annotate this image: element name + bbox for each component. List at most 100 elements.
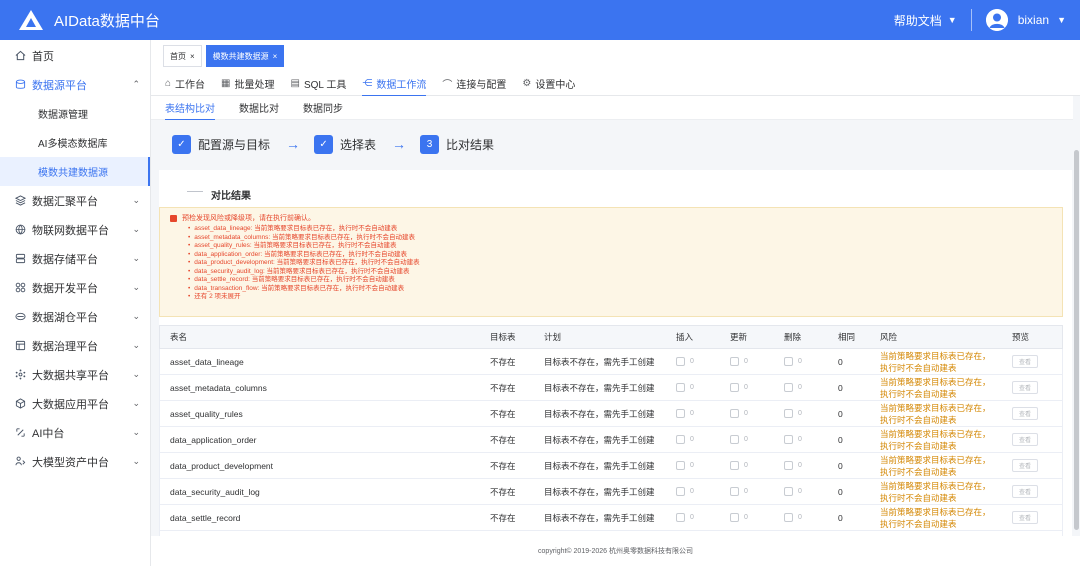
header-right: 帮助文档 ▼ bixian ▼ — [894, 0, 1080, 40]
ins-checkbox[interactable]: 0 — [676, 487, 730, 496]
close-icon[interactable]: × — [190, 52, 195, 61]
cell-target: 不存在 — [490, 356, 516, 367]
del-checkbox[interactable]: 0 — [784, 487, 838, 496]
cell-risk: 当前策略要求目标表已存在，执行时不会自动建表 — [880, 480, 1012, 504]
checkbox-count: 0 — [690, 358, 694, 365]
cell-ins: 0 — [676, 487, 730, 496]
view-button[interactable]: 查看 — [1012, 485, 1038, 498]
step-config-source-target[interactable]: ✓ 配置源与目标 — [172, 134, 270, 154]
tags-view: 首页 × 模数共建数据源 × — [151, 40, 1080, 72]
alert-title: 预检发现风险或降级项，请在执行前确认。 — [182, 215, 315, 222]
upd-checkbox[interactable]: 0 — [730, 513, 784, 522]
view-button[interactable]: 查看 — [1012, 511, 1038, 524]
risk-text: 当前策略要求目标表已存在，执行时不会自动建表 — [880, 454, 991, 477]
col-header-delete: 删除 — [784, 332, 802, 342]
tag-home[interactable]: 首页 × — [163, 45, 202, 67]
cell-del: 0 — [784, 409, 838, 418]
caret-down-icon[interactable]: ▼ — [1057, 15, 1066, 25]
sidebar-item-dev-platform[interactable]: 数据开发平台 ⌄ — [0, 273, 150, 302]
checkbox-count: 0 — [744, 410, 748, 417]
checkbox-box — [730, 461, 739, 470]
tag-label: 首页 — [170, 51, 186, 61]
sidebar-item-app-platform[interactable]: 大数据应用平台 ⌄ — [0, 389, 150, 418]
alert-more-link[interactable]: 还有 2 项未展开 — [188, 293, 420, 302]
sidebar-subitem-model-data-source[interactable]: 模数共建数据源 — [0, 157, 150, 186]
view-button[interactable]: 查看 — [1012, 459, 1038, 472]
sidebar-item-storage-platform[interactable]: 数据存储平台 ⌄ — [0, 244, 150, 273]
cell-del: 0 — [784, 383, 838, 392]
sidebar-item-model-asset-platform[interactable]: 大模型资产中台 ⌄ — [0, 447, 150, 476]
ins-checkbox[interactable]: 0 — [676, 357, 730, 366]
step-label: 比对结果 — [446, 137, 495, 152]
step-select-table[interactable]: ✓ 选择表 — [314, 134, 376, 154]
cell-del: 0 — [784, 357, 838, 366]
del-checkbox[interactable]: 0 — [784, 357, 838, 366]
view-button[interactable]: 查看 — [1012, 433, 1038, 446]
del-checkbox[interactable]: 0 — [784, 513, 838, 522]
ins-checkbox[interactable]: 0 — [676, 409, 730, 418]
del-checkbox[interactable]: 0 — [784, 409, 838, 418]
sidebar-item-home[interactable]: 首页 — [0, 41, 150, 70]
help-docs-menu[interactable]: 帮助文档 ▼ — [894, 12, 957, 29]
subtab-data-sync[interactable]: 数据同步 — [303, 96, 343, 120]
upd-checkbox[interactable]: 0 — [730, 461, 784, 470]
cell-table-name: data_application_order — [170, 434, 257, 445]
view-button[interactable]: 查看 — [1012, 355, 1038, 368]
del-checkbox[interactable]: 0 — [784, 435, 838, 444]
sidebar-item-label: 首页 — [32, 50, 54, 63]
ins-checkbox[interactable]: 0 — [676, 435, 730, 444]
sidebar-subitem-ai-multimodal-db[interactable]: AI多模态数据库 — [0, 128, 150, 157]
sidebar-item-ai-platform[interactable]: AI中台 ⌄ — [0, 418, 150, 447]
subtab-data-compare[interactable]: 数据比对 — [239, 96, 279, 120]
checkbox-box — [676, 383, 685, 392]
risk-text: 当前策略要求目标表已存在，执行时不会自动建表 — [880, 350, 991, 373]
cell-target: 不存在 — [490, 382, 516, 393]
cube-icon — [14, 398, 26, 410]
checkbox-count: 0 — [690, 514, 694, 521]
sidebar-item-lakehouse-platform[interactable]: 数据湖仓平台 ⌄ — [0, 302, 150, 331]
avatar[interactable] — [985, 9, 1008, 31]
step-number: 3 — [420, 134, 440, 154]
subtab-schema-compare[interactable]: 表结构比对 — [165, 96, 215, 121]
upd-checkbox[interactable]: 0 — [730, 487, 784, 496]
sidebar-item-share-platform[interactable]: 大数据共享平台 ⌄ — [0, 360, 150, 389]
user-avatar-icon — [985, 9, 1008, 31]
sidebar-item-data-convergence[interactable]: 数据汇聚平台 ⌄ — [0, 186, 150, 215]
upd-checkbox[interactable]: 0 — [730, 383, 784, 392]
logo[interactable]: AIData数据中台 — [18, 9, 160, 31]
scrollbar-thumb[interactable] — [1074, 150, 1079, 530]
tab-connection-config[interactable]: ⌒ 连接与配置 — [442, 72, 506, 96]
upd-checkbox[interactable]: 0 — [730, 357, 784, 366]
close-icon[interactable]: × — [273, 52, 278, 61]
view-button[interactable]: 查看 — [1012, 407, 1038, 420]
sidebar-item-governance-platform[interactable]: 数据治理平台 ⌄ — [0, 331, 150, 360]
sidebar-item-iot-platform[interactable]: 物联网数据平台 ⌄ — [0, 215, 150, 244]
tab-data-workflow[interactable]: ⋲ 数据工作流 — [362, 72, 427, 97]
cell-risk: 当前策略要求目标表已存在，执行时不会自动建表 — [880, 402, 1012, 426]
ins-checkbox[interactable]: 0 — [676, 383, 730, 392]
ins-checkbox[interactable]: 0 — [676, 461, 730, 470]
tab-sql-tool[interactable]: ▤ SQL 工具 — [291, 72, 347, 96]
step-compare-result[interactable]: 3 比对结果 — [420, 134, 495, 154]
grid-icon: ▦ — [221, 78, 231, 89]
del-checkbox[interactable]: 0 — [784, 461, 838, 470]
arrow-right-icon: → — [286, 136, 301, 152]
alert-header: 预检发现风险或降级项，请在执行前确认。 — [170, 213, 315, 223]
del-checkbox[interactable]: 0 — [784, 383, 838, 392]
check-icon: ✓ — [314, 134, 334, 154]
sidebar-subitem-datasource-manage[interactable]: 数据源管理 — [0, 99, 150, 128]
sidebar-item-label: 大模型资产中台 — [32, 456, 109, 469]
sidebar-item-datasource-platform[interactable]: 数据源平台 ⌃ — [0, 70, 150, 99]
tab-workbench[interactable]: ⌂ 工作台 — [165, 72, 205, 96]
tab-settings[interactable]: ⚙ 设置中心 — [522, 72, 575, 96]
view-button[interactable]: 查看 — [1012, 381, 1038, 394]
table-row: data_settle_record 不存在 目标表不存在，需先手工创建 0 0 0 0 当前… — [159, 505, 1063, 531]
upd-checkbox[interactable]: 0 — [730, 409, 784, 418]
username[interactable]: bixian — [1018, 13, 1049, 27]
tab-batch[interactable]: ▦ 批量处理 — [221, 72, 274, 96]
tag-model-data-source[interactable]: 模数共建数据源 × — [205, 45, 285, 67]
ins-checkbox[interactable]: 0 — [676, 513, 730, 522]
upd-checkbox[interactable]: 0 — [730, 435, 784, 444]
cell-plan: 目标表不存在，需先手工创建 — [544, 356, 655, 367]
help-docs-label: 帮助文档 — [893, 13, 942, 28]
